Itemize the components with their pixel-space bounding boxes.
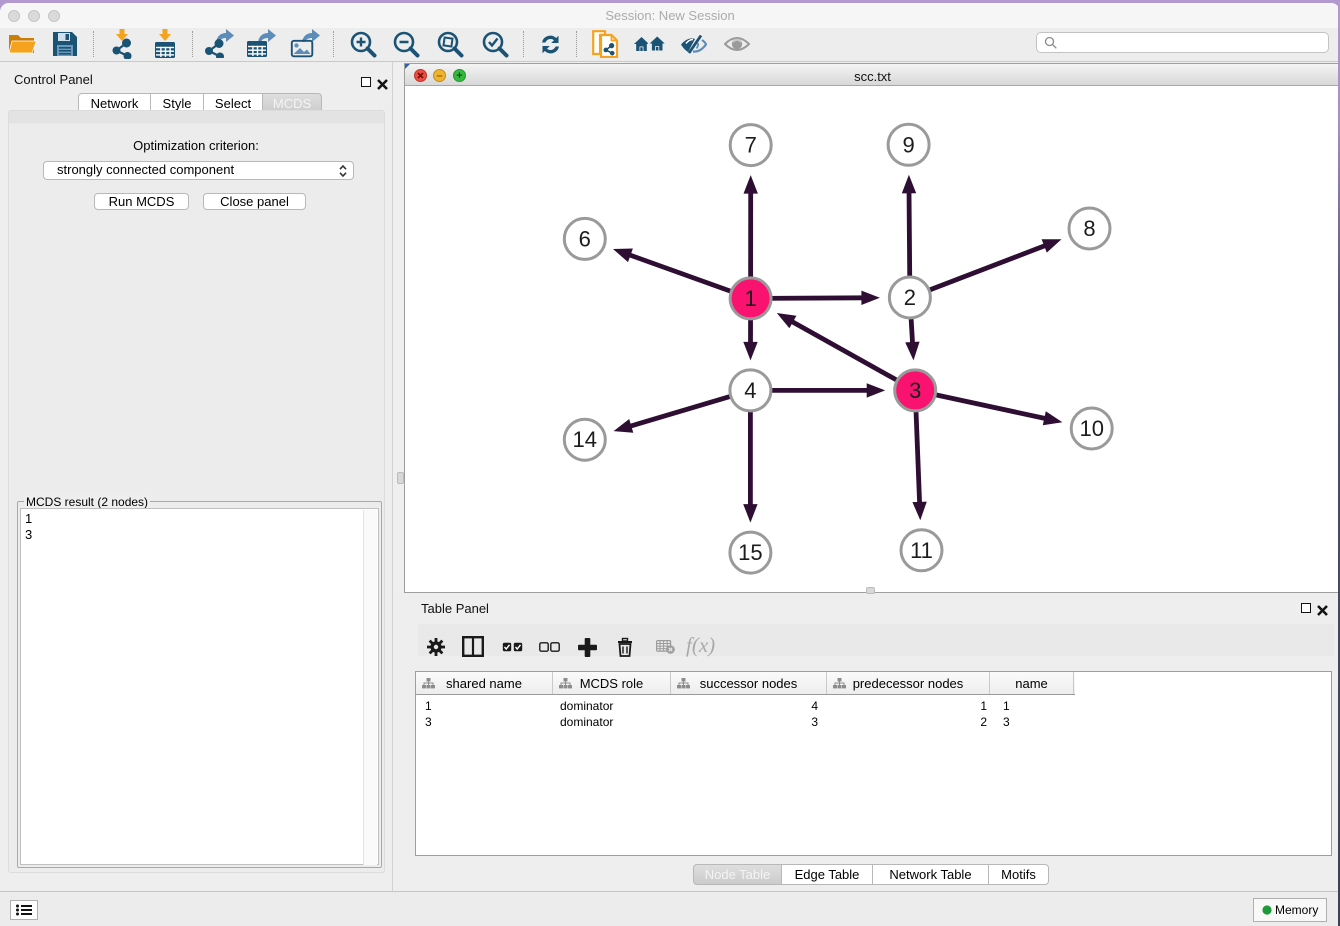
svg-text:14: 14 — [573, 427, 597, 452]
svg-text:9: 9 — [902, 132, 914, 157]
svg-text:11: 11 — [910, 538, 933, 563]
svg-text:3: 3 — [909, 378, 921, 403]
svg-text:15: 15 — [738, 540, 762, 565]
svg-text:6: 6 — [579, 226, 591, 251]
svg-text:1: 1 — [744, 286, 756, 311]
svg-text:4: 4 — [744, 378, 756, 403]
svg-text:7: 7 — [745, 133, 757, 158]
svg-text:8: 8 — [1083, 216, 1095, 241]
svg-text:10: 10 — [1079, 416, 1103, 441]
svg-text:2: 2 — [904, 285, 916, 310]
